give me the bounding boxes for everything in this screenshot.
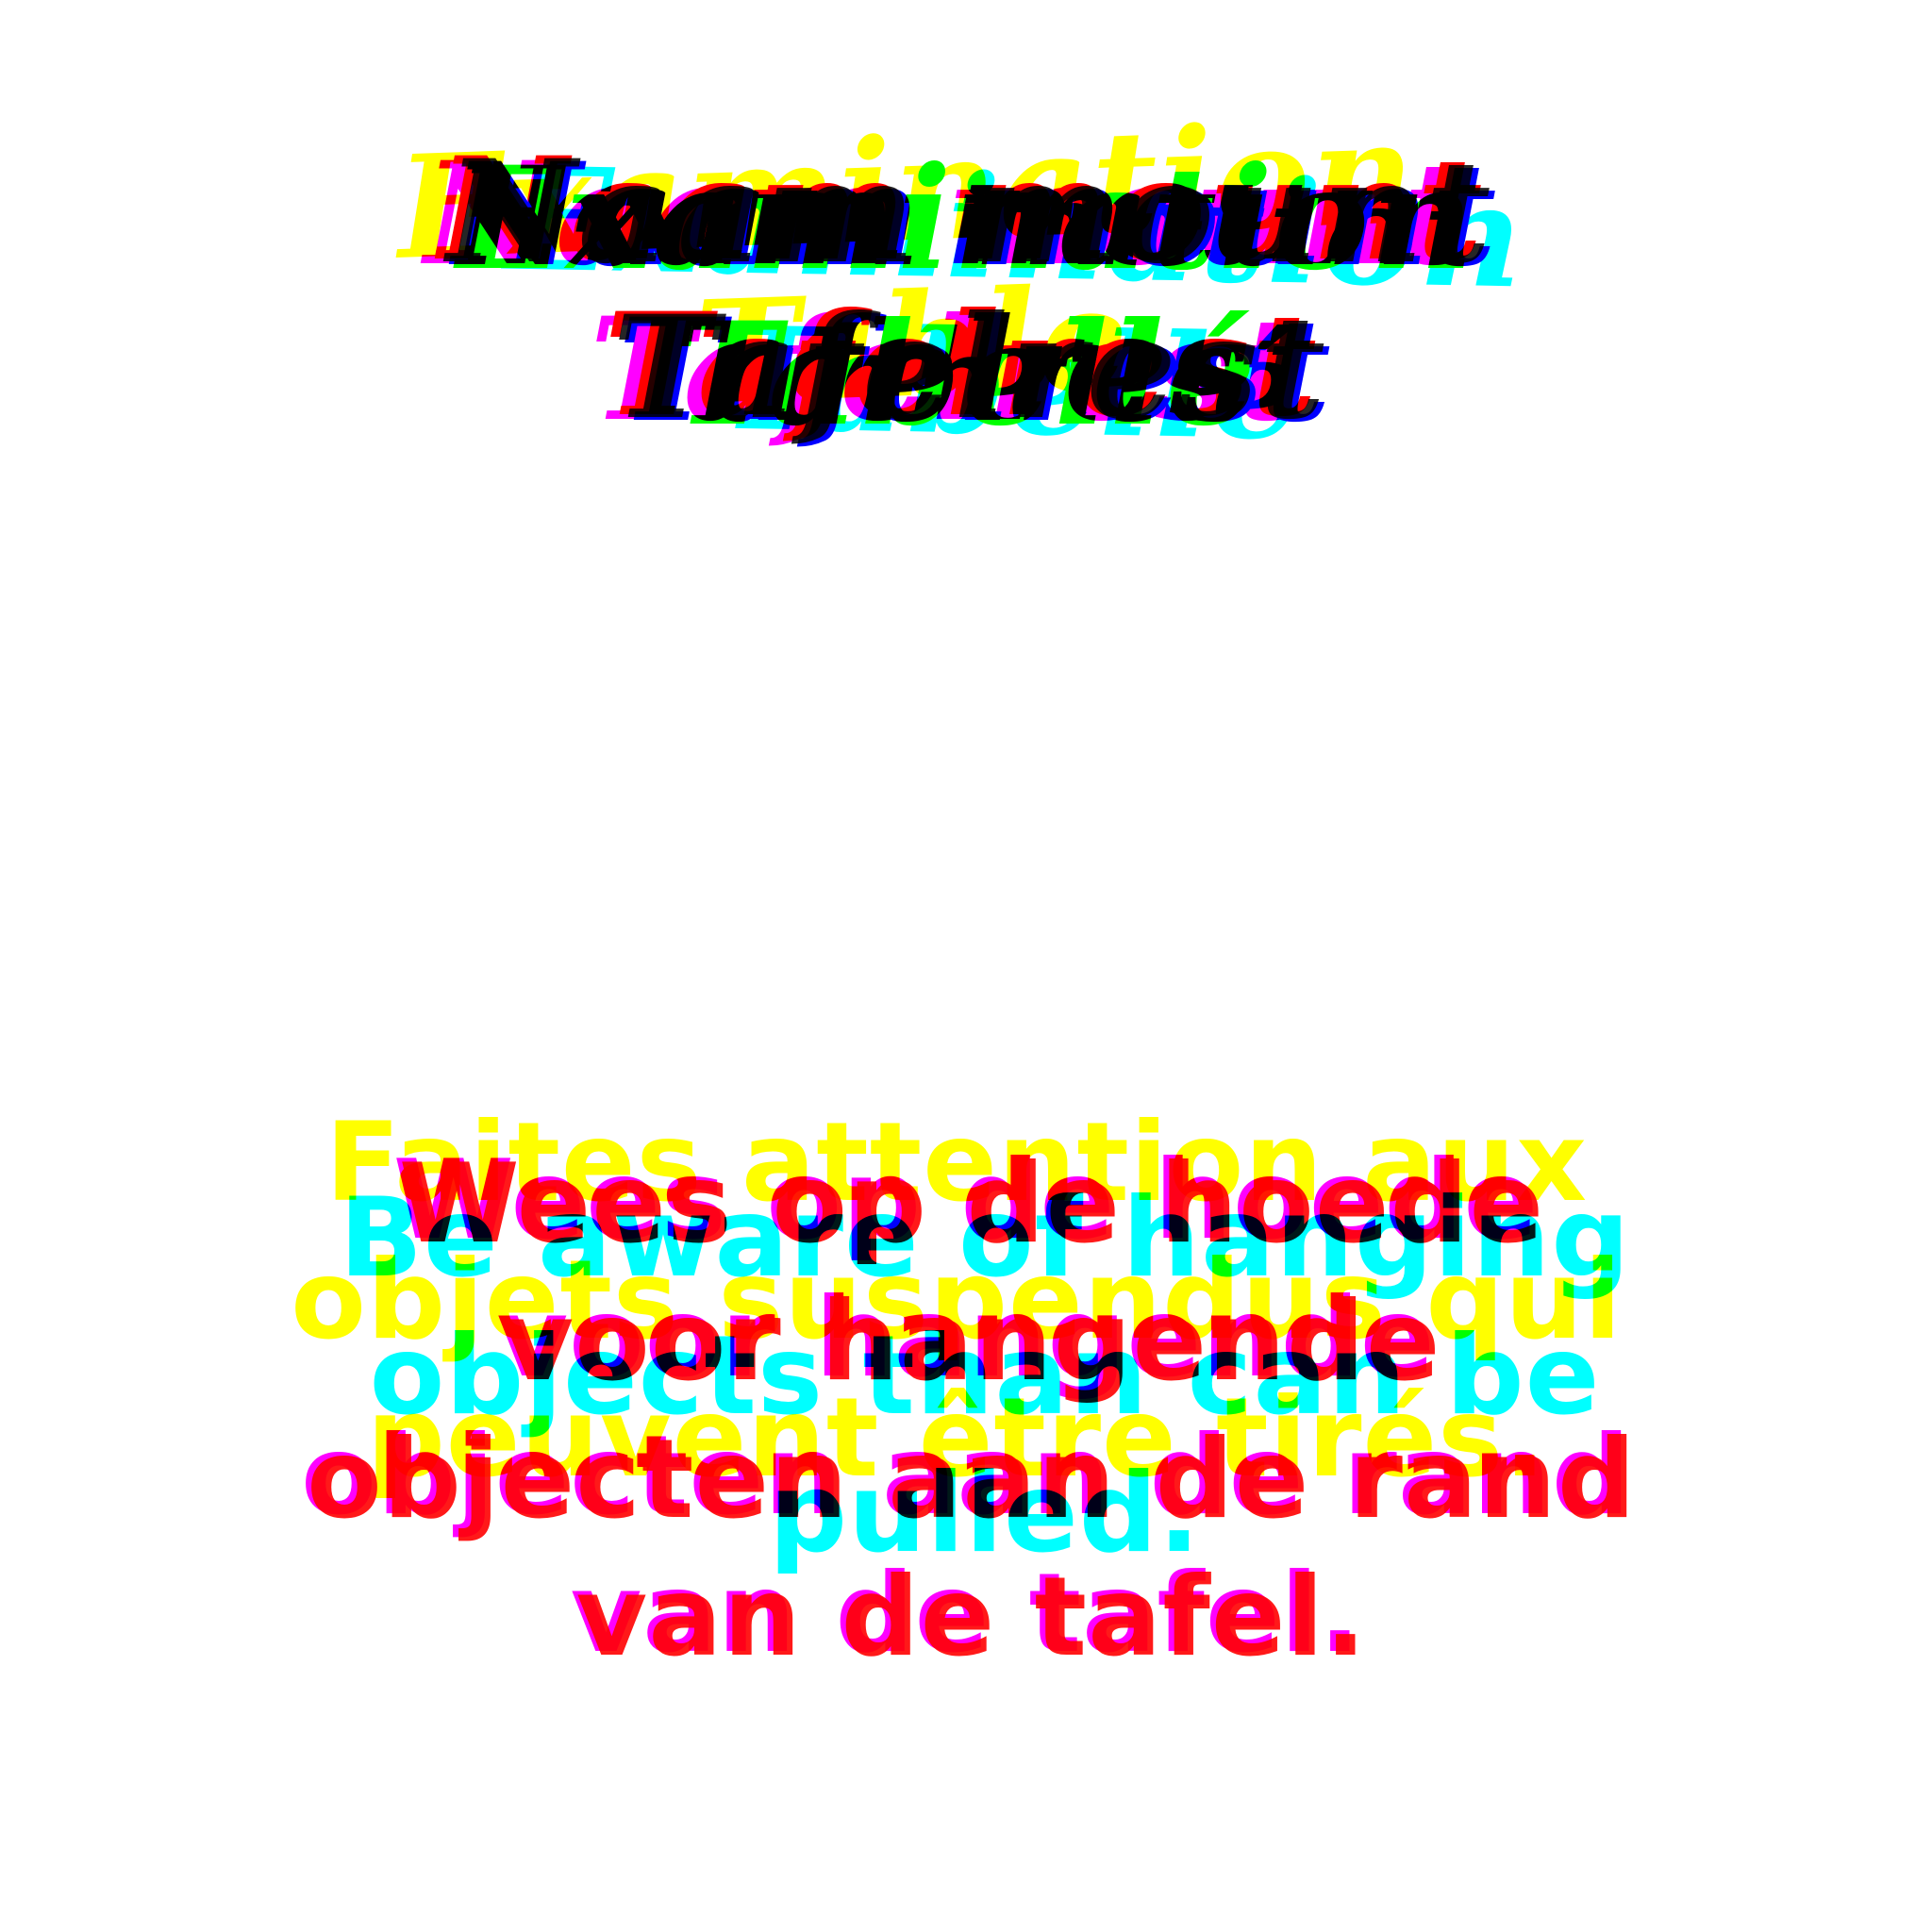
- poster-canvas: Examination Table Examination Tabellé Ex…: [0, 0, 1932, 1932]
- warning-nl-red: Wees op de hoede voor hangende objecten …: [6, 1136, 1932, 1687]
- page-title-line-1: Naam mount: [446, 129, 1493, 295]
- page-title-line-2: Tafelrest: [612, 285, 1327, 451]
- title-layer-black: Naam mount Tafelrest: [4, 135, 1932, 446]
- warning-nl-text: Wees op de hoede voor hangende objecten …: [307, 1141, 1637, 1681]
